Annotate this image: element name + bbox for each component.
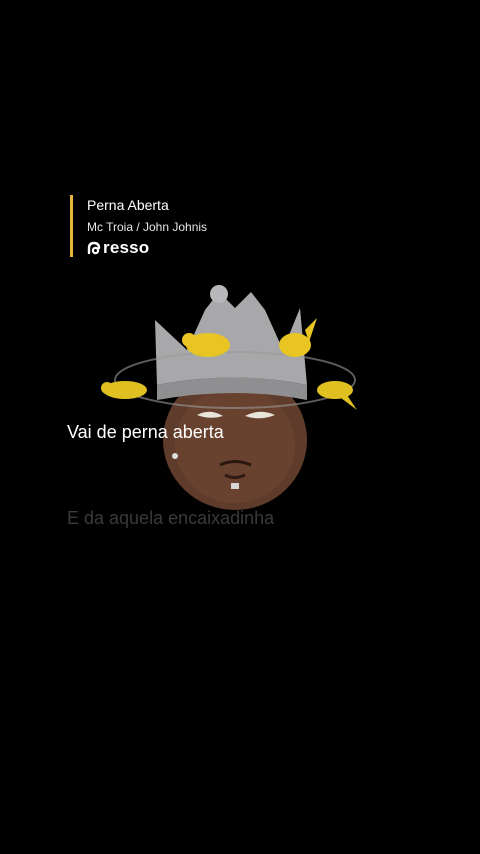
resso-wordmark: resso xyxy=(103,238,150,257)
crowned-avatar-with-birds xyxy=(101,285,357,510)
lyric-current-line: Vai de perna aberta xyxy=(67,422,224,442)
resso-brand: resso xyxy=(87,239,207,257)
bird-right xyxy=(317,381,357,410)
lyric-next-line: E da aquela encaixadinha xyxy=(67,508,275,528)
resso-logo-icon xyxy=(87,241,101,255)
song-title: Perna Aberta xyxy=(87,197,169,213)
bird-left xyxy=(101,381,147,399)
song-artist: Mc Troia / John Johnis xyxy=(87,220,208,234)
song-info-card: Perna Aberta Mc Troia / John Johnis ress… xyxy=(70,195,207,257)
